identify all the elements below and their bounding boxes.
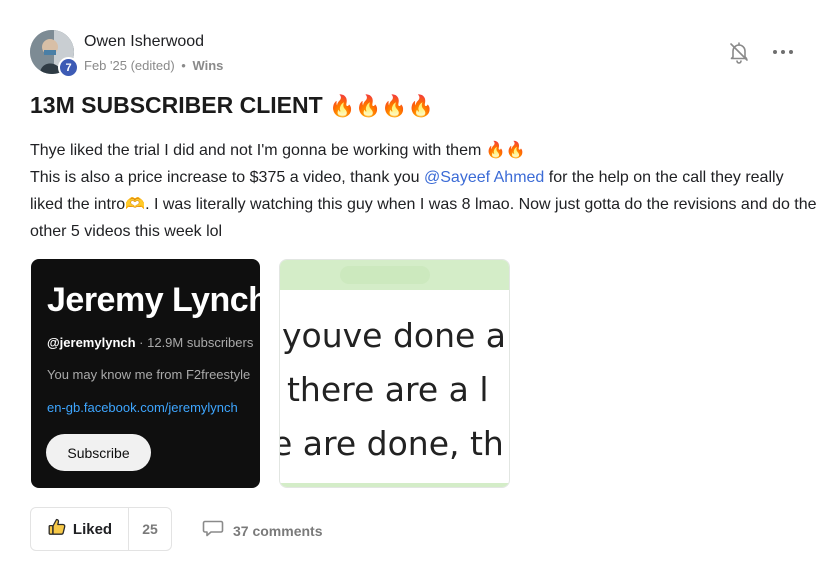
chat-text-line-3: e are done, th	[279, 424, 504, 463]
body-line-1: Thye liked the trial I did and not I'm g…	[30, 137, 820, 165]
post-date: Feb '25 (edited)	[84, 58, 175, 73]
like-label: Liked	[72, 520, 113, 538]
meta-separator: •	[181, 58, 186, 73]
body-text-1: Thye liked the trial I did and not I'm g…	[30, 142, 482, 159]
fire-emoji-pair: 🔥🔥	[485, 140, 526, 159]
more-dots-icon[interactable]	[770, 42, 796, 62]
like-control: Liked 25	[30, 507, 172, 551]
author-name[interactable]: Owen Isherwood	[84, 33, 204, 51]
bell-off-icon[interactable]	[727, 40, 751, 64]
chat-bubble-bottom	[280, 483, 509, 487]
yt-channel-bio: You may know me from F2freestyle	[47, 367, 251, 382]
yt-handle-text: @jeremylynch	[47, 335, 136, 350]
youtube-channel-screenshot[interactable]: Jeremy Lynch @jeremylynch · 12.9M subscr…	[31, 259, 260, 488]
comments-button[interactable]: 37 comments	[202, 518, 322, 543]
post-meta: Feb '25 (edited) • Wins	[84, 58, 223, 73]
comments-label: 37 comments	[233, 522, 323, 539]
body-text-2c: . I was literally watching this guy when…	[30, 196, 817, 240]
yt-channel-handle: @jeremylynch · 12.9M subscribers	[47, 335, 253, 350]
like-count[interactable]: 25	[129, 508, 171, 550]
thumbs-up-icon	[47, 517, 67, 542]
post-card: 7 Owen Isherwood Feb '25 (edited) • Wins…	[0, 0, 836, 565]
comment-bubble-icon	[202, 518, 224, 543]
yt-channel-name: Jeremy Lynch	[47, 281, 260, 319]
author-avatar-wrapper[interactable]: 7	[30, 30, 79, 78]
body-text-2a: This is also a price increase to $375 a …	[30, 168, 424, 186]
post-category[interactable]: Wins	[192, 58, 223, 73]
yt-subscriber-stats: · 12.9M subscribers	[135, 335, 254, 350]
yt-subscribe-button: Subscribe	[46, 434, 151, 471]
chat-text-line-1: youve done a	[282, 316, 507, 355]
chat-bubble-top	[280, 260, 509, 290]
post-title-text: 13M SUBSCRIBER CLIENT	[30, 92, 323, 118]
user-mention-link[interactable]: @Sayeef Ahmed	[424, 169, 544, 186]
post-body: Thye liked the trial I did and not I'm g…	[30, 137, 820, 245]
fire-emoji-group: 🔥🔥🔥🔥	[329, 94, 434, 118]
chat-text-line-2: , there are a l	[279, 370, 489, 409]
level-badge: 7	[58, 57, 79, 78]
heart-hands-emoji: 🫶	[125, 194, 146, 213]
body-paragraph-2: This is also a price increase to $375 a …	[30, 165, 820, 246]
post-title: 13M SUBSCRIBER CLIENT 🔥🔥🔥🔥	[30, 92, 434, 119]
like-button[interactable]: Liked	[31, 508, 129, 550]
yt-channel-link: en-gb.facebook.com/jeremylynch	[47, 400, 238, 415]
chat-message-screenshot[interactable]: youve done a , there are a l e are done,…	[279, 259, 510, 488]
